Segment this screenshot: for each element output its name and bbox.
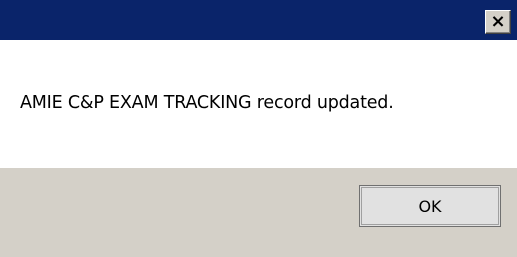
message-text: AMIE C&P EXAM TRACKING record updated. [20, 93, 394, 113]
title-bar[interactable]: × [0, 0, 517, 40]
button-area: OK [0, 168, 517, 257]
close-button[interactable]: × [485, 10, 511, 34]
message-area: AMIE C&P EXAM TRACKING record updated. [0, 40, 517, 168]
ok-button[interactable]: OK [359, 185, 501, 227]
message-dialog: × AMIE C&P EXAM TRACKING record updated.… [0, 0, 517, 257]
close-icon: × [490, 10, 506, 32]
